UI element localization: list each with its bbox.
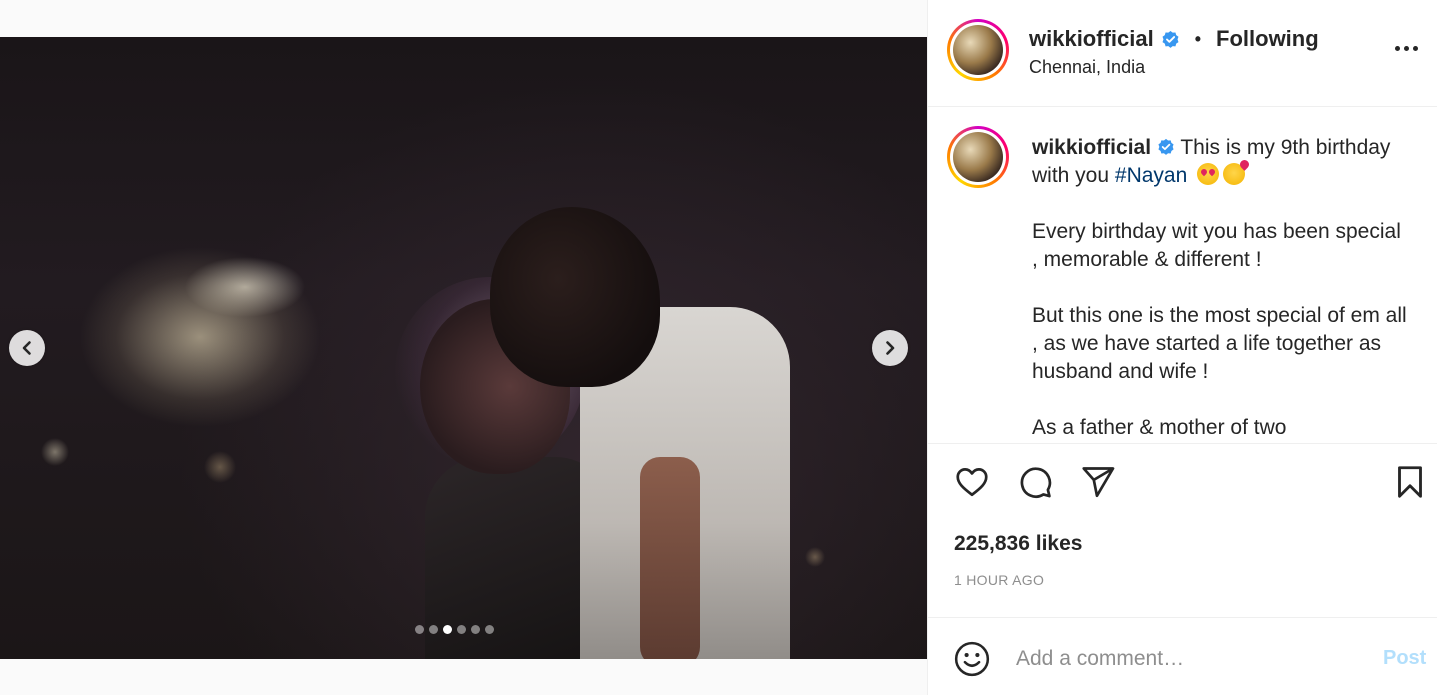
carousel-dot [471,625,480,634]
verified-badge-icon [1158,138,1174,155]
comment-bubble-icon [1020,467,1052,498]
carousel-dot [457,625,466,634]
separator-dot: • [1194,28,1202,49]
caption-username[interactable]: wikkiofficial [1032,136,1151,159]
caption-paragraph: Every birthday wit you has been special … [1032,220,1401,271]
caption-area: wikkiofficial This is my 9th birthday wi… [928,108,1437,444]
comment-button[interactable] [1015,462,1055,502]
caption-avatar[interactable] [947,126,1009,188]
smiley-face-icon[interactable] [953,640,991,678]
smiling-hearts-emoji-icon [1223,163,1246,185]
carousel-next-button[interactable] [872,330,908,366]
following-button[interactable]: Following [1216,26,1319,52]
post-timestamp[interactable]: 1 HOUR AGO [954,572,1044,588]
carousel-indicator [415,625,494,634]
post-side-panel: wikkiofficial • Following Chennai, India… [927,0,1437,695]
action-bar [928,462,1437,508]
paper-plane-icon [1082,467,1115,498]
carousel-dot [415,625,424,634]
caption-paragraph: But this one is the most special of em a… [1032,304,1407,383]
photo-figure-man-arm [640,457,700,659]
carousel-prev-button[interactable] [9,330,45,366]
hashtag-link[interactable]: #Nayan [1115,164,1187,187]
photo-figure-man-head [490,207,660,387]
share-button[interactable] [1078,462,1118,502]
avatar[interactable] [947,19,1009,81]
chevron-right-icon [886,341,895,355]
heart-eyes-emoji-icon [1197,163,1220,185]
carousel-dot [485,625,494,634]
chevron-left-icon [22,341,31,355]
carousel-dot [429,625,438,634]
more-options-icon[interactable] [1395,46,1418,51]
comment-input[interactable] [1016,640,1356,678]
post-photo[interactable] [0,37,927,659]
verified-badge-icon [1162,30,1179,48]
carousel-dot [443,625,452,634]
caption-paragraph: As a father & mother of two [1032,416,1287,439]
media-area [0,0,927,695]
heart-icon [956,468,988,497]
comment-form: Post [928,617,1437,695]
post-comment-button[interactable]: Post [1383,647,1426,670]
post-header: wikkiofficial • Following Chennai, India [928,0,1437,107]
post-username[interactable]: wikkiofficial [1029,26,1154,52]
save-button[interactable] [1390,462,1430,502]
caption-text: wikkiofficial This is my 9th birthday wi… [1032,134,1412,443]
bookmark-icon [1398,466,1422,498]
likes-count[interactable]: 225,836 likes [954,532,1082,556]
post-location[interactable]: Chennai, India [1029,57,1145,78]
like-button[interactable] [952,462,992,502]
